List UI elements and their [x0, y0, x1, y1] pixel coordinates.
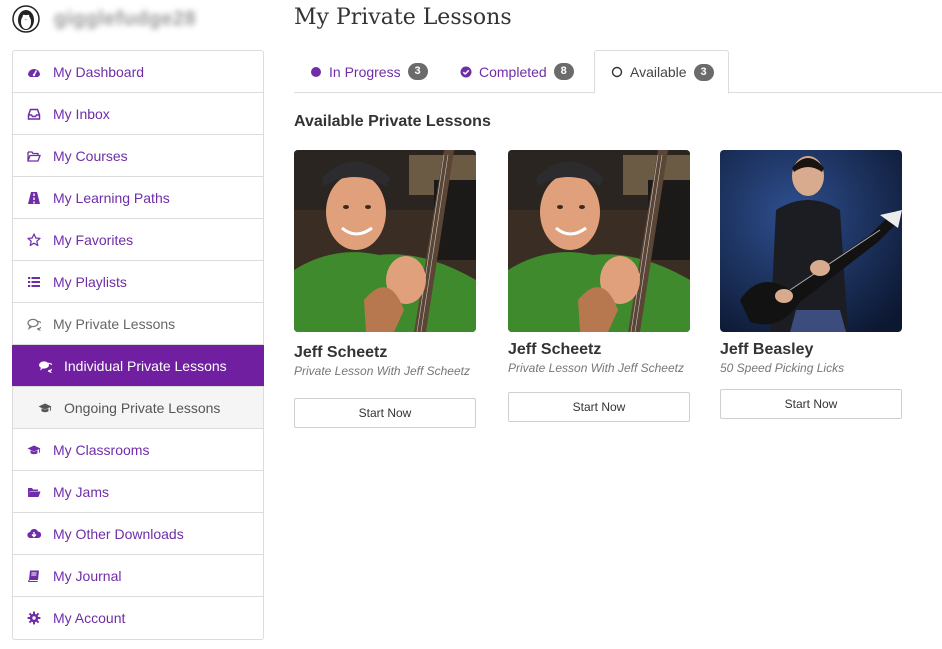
count-badge: 8 [553, 63, 574, 80]
chat-bubbles-icon [37, 358, 53, 374]
sidebar-item-courses[interactable]: My Courses [13, 135, 263, 177]
sidebar-item-favorites[interactable]: My Favorites [13, 219, 263, 261]
lesson-description: 50 Speed Picking Licks [720, 361, 845, 375]
sidebar-item-ongoing-private-lessons[interactable]: Ongoing Private Lessons [13, 387, 263, 429]
tab-completed[interactable]: Completed 8 [444, 50, 594, 93]
sidebar-item-label: My Dashboard [53, 63, 145, 80]
sidebar-item-label: Individual Private Lessons [64, 357, 227, 374]
cloud-download-icon [26, 526, 42, 542]
sidebar-item-label: My Courses [53, 147, 128, 164]
start-now-button[interactable]: Start Now [720, 389, 902, 419]
lesson-card: Jeff Scheetz Private Lesson With Jeff Sc… [508, 150, 690, 422]
lesson-card: Jeff Beasley 50 Speed Picking Licks Star… [720, 150, 902, 419]
filled-circle-icon [310, 66, 322, 78]
lesson-description: Private Lesson With Jeff Scheetz [294, 364, 470, 378]
lesson-description: Private Lesson With Jeff Scheetz [508, 361, 684, 375]
sidebar-item-label: Ongoing Private Lessons [64, 399, 221, 416]
sidebar-item-journal[interactable]: My Journal [13, 555, 263, 597]
graduation-cap-icon [26, 442, 42, 458]
tab-available[interactable]: Available 3 [594, 50, 729, 94]
graduation-cap-icon [37, 400, 53, 416]
empty-circle-icon [611, 66, 623, 78]
sidebar-item-label: My Account [53, 610, 126, 626]
dashboard-icon [26, 64, 42, 80]
avatar[interactable] [12, 5, 40, 33]
instructor-photo[interactable] [508, 150, 690, 332]
lesson-tabs: In Progress 3 Completed 8 Available 3 [294, 50, 942, 94]
tab-in-progress[interactable]: In Progress 3 [294, 50, 444, 93]
instructor-name: Jeff Scheetz [294, 344, 388, 361]
sidebar-item-label: My Jams [53, 483, 109, 500]
road-icon [26, 190, 42, 206]
page-title: My Private Lessons [294, 5, 512, 30]
star-icon [26, 232, 42, 248]
count-badge: 3 [693, 63, 714, 81]
folder-open-icon [26, 148, 42, 164]
sidebar-item-label: My Private Lessons [53, 315, 176, 332]
tab-label: In Progress [329, 63, 401, 80]
sidebar-item-dashboard[interactable]: My Dashboard [13, 51, 263, 93]
instructor-photo[interactable] [294, 150, 476, 332]
sidebar-item-playlists[interactable]: My Playlists [13, 261, 263, 303]
sidebar-item-jams[interactable]: My Jams [13, 471, 263, 513]
sidebar-item-label: My Inbox [53, 105, 110, 122]
start-now-button[interactable]: Start Now [294, 398, 476, 428]
sidebar-nav: My Dashboard My Inbox My Courses My Lear… [12, 50, 264, 640]
folder-open-icon [26, 484, 42, 500]
tab-label: Completed [479, 63, 547, 80]
sidebar-item-label: My Other Downloads [53, 525, 184, 542]
section-title: Available Private Lessons [294, 113, 491, 130]
user-header: gigglefudge28 [12, 4, 196, 34]
sidebar-item-private-lessons[interactable]: My Private Lessons [13, 303, 263, 345]
instructor-name: Jeff Beasley [720, 341, 814, 358]
sidebar-item-inbox[interactable]: My Inbox [13, 93, 263, 135]
sidebar-item-label: My Journal [53, 567, 122, 584]
inbox-icon [26, 106, 42, 122]
sidebar-item-individual-private-lessons[interactable]: Individual Private Lessons [12, 345, 264, 387]
lesson-card: Jeff Scheetz Private Lesson With Jeff Sc… [294, 150, 476, 428]
sidebar-item-label: My Playlists [53, 273, 127, 290]
lesson-cards: Jeff Scheetz Private Lesson With Jeff Sc… [294, 150, 934, 440]
instructor-photo[interactable] [720, 150, 902, 332]
username: gigglefudge28 [54, 7, 197, 30]
sidebar-item-other-downloads[interactable]: My Other Downloads [13, 513, 263, 555]
sidebar-item-classrooms[interactable]: My Classrooms [13, 429, 263, 471]
sidebar-item-label: My Learning Paths [53, 189, 170, 206]
check-circle-icon [460, 66, 472, 78]
count-badge: 3 [407, 63, 428, 80]
list-icon [26, 274, 42, 290]
sidebar-item-learning-paths[interactable]: My Learning Paths [13, 177, 263, 219]
sidebar-item-label: My Classrooms [53, 441, 150, 458]
book-icon [26, 568, 42, 584]
sidebar-item-label: My Favorites [53, 231, 134, 248]
instructor-name: Jeff Scheetz [508, 341, 602, 358]
tab-label: Available [630, 64, 687, 80]
sidebar-item-account[interactable]: My Account [13, 597, 263, 639]
start-now-button[interactable]: Start Now [508, 392, 690, 422]
gear-icon [26, 610, 42, 626]
chat-bubbles-icon [26, 316, 42, 332]
